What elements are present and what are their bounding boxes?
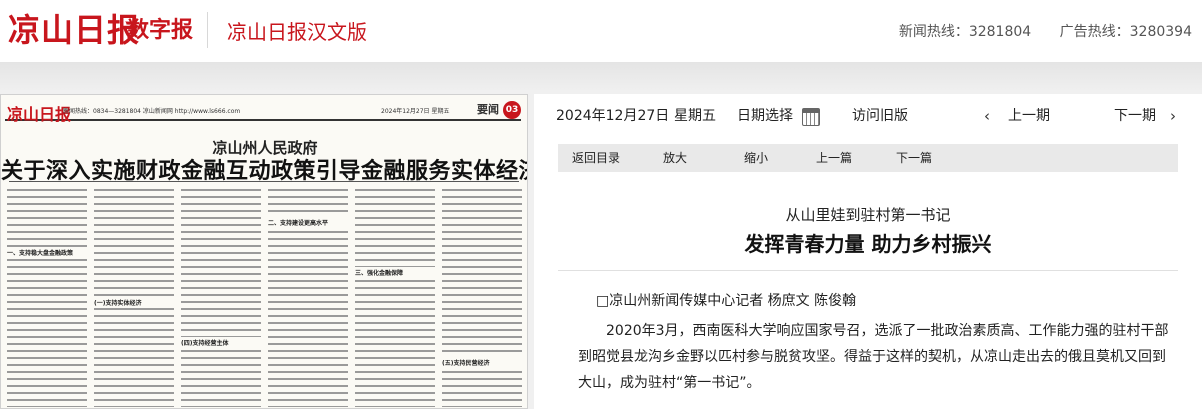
site-logo[interactable]: 凉山日报 [8, 12, 140, 48]
paper-section: 要闻 [477, 103, 499, 116]
news-hotline: 新闻热线：3281804 [898, 24, 1032, 40]
ad-hotline: 广告热线：3280394 [1059, 24, 1192, 40]
paper-subhead: 三、强化金融保障 [355, 267, 435, 278]
paper-subhead: 一、支持稳大盘金融政策 [7, 247, 87, 258]
next-period-link[interactable]: 下一期 [1114, 106, 1156, 126]
date-select-link[interactable]: 日期选择 [737, 106, 793, 126]
paper-column: (四)支持经营主体 [181, 187, 261, 407]
article-title: 发挥青春力量 助力乡村振兴 [744, 232, 992, 256]
header-shadow [0, 62, 1202, 92]
site-header: 凉山日报 数字报 凉山日报汉文版 新闻热线：3281804 广告热线：32803… [0, 0, 1202, 62]
prev-article-button[interactable]: 上一篇 [816, 149, 852, 167]
calendar-icon[interactable] [802, 108, 820, 126]
article-toolbar: 返回目录 放大 缩小 上一篇 下一篇 [558, 144, 1178, 172]
paper-subhead: (一)支持实体经济 [94, 297, 174, 308]
paper-page-number: 03 [503, 101, 521, 119]
old-version-link[interactable]: 访问旧版 [852, 106, 908, 126]
prev-period-link[interactable]: 上一期 [1008, 106, 1050, 126]
chevron-right-icon[interactable]: › [1170, 106, 1176, 126]
chevron-left-icon[interactable]: ‹ [984, 106, 990, 126]
next-article-button[interactable]: 下一篇 [896, 149, 932, 167]
current-date: 2024年12月27日 [556, 108, 670, 124]
newspaper-page-image[interactable]: 凉山日报 新闻热线：0834—3281804 凉山新闻网 http://www.… [0, 94, 528, 409]
article-byline: □凉山州新闻传媒中心记者 杨庶文 陈俊翰 [596, 293, 857, 309]
paper-column: 二、支持建设更高水平 [268, 187, 348, 407]
paper-subhead: (四)支持经营主体 [181, 337, 261, 348]
current-weekday: 星期五 [674, 108, 716, 124]
edition-name: 凉山日报汉文版 [227, 20, 367, 44]
article-paragraph: 2020年3月，西南医科大学响应国家号召，选派了一批政治素质高、工作能力强的驻村… [578, 323, 1169, 391]
article-divider [558, 270, 1178, 271]
paper-meta: 新闻热线：0834—3281804 凉山新闻网 http://www.ls666… [63, 108, 241, 115]
paper-column: 一、支持稳大盘金融政策 [7, 187, 87, 407]
hotlines: 新闻热线：3281804 广告热线：3280394 [875, 22, 1192, 42]
zoom-in-button[interactable]: 放大 [663, 149, 687, 167]
header-divider [207, 12, 208, 48]
paper-subhead: 二、支持建设更高水平 [268, 217, 348, 228]
zoom-out-button[interactable]: 缩小 [744, 149, 768, 167]
digital-edition-label: 数字报 [127, 18, 194, 43]
paper-rule [9, 181, 519, 182]
paper-text-columns: 一、支持稳大盘金融政策 (一)支持实体经济 (四)支持经营主体 二、支持建设更高… [7, 187, 523, 407]
paper-date: 2024年12月27日 星期五 [381, 108, 450, 115]
paper-masthead-bar: 凉山日报 新闻热线：0834—3281804 凉山新闻网 http://www.… [5, 101, 521, 124]
date-toolbar: 2024年12月27日 星期五 日期选择 访问旧版 ‹ 上一期 下一期 › [534, 94, 1202, 134]
paper-subhead: (五)支持民营经济 [442, 357, 522, 368]
paper-column: 三、强化金融保障 [355, 187, 435, 407]
article-subtitle: 从山里娃到驻村第一书记 [785, 206, 951, 224]
paper-column: (一)支持实体经济 [94, 187, 174, 407]
article-panel: 2024年12月27日 星期五 日期选择 访问旧版 ‹ 上一期 下一期 › 返回… [534, 94, 1202, 409]
paper-column: (五)支持民营经济 [442, 187, 522, 407]
paper-masthead: 凉山日报 [7, 105, 72, 124]
back-catalog-button[interactable]: 返回目录 [572, 149, 620, 167]
